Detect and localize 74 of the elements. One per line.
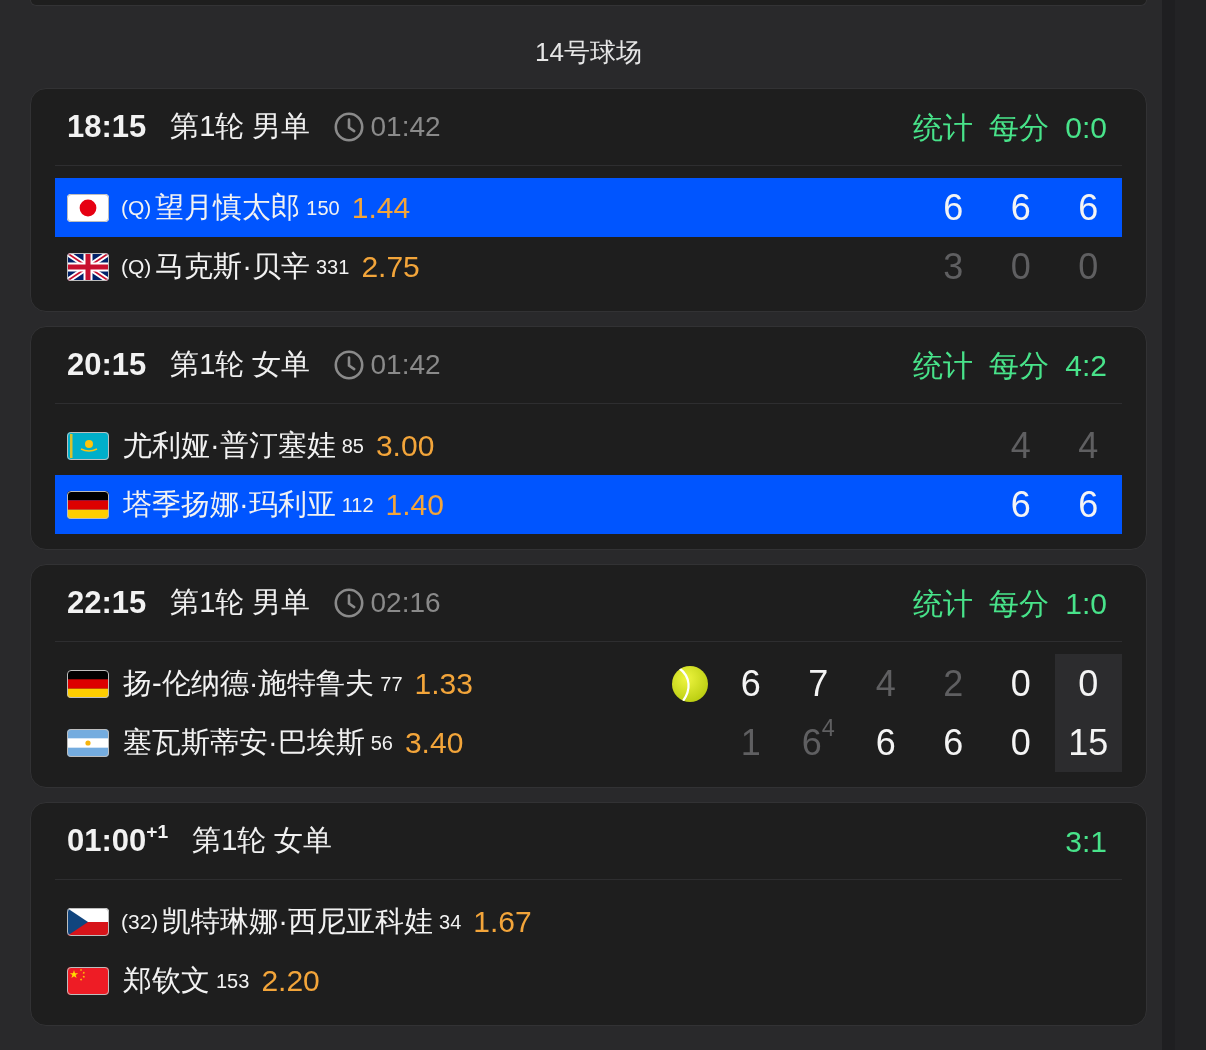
round-label: 第1轮 女单	[192, 823, 333, 859]
set-score: 6	[942, 720, 965, 765]
odds-value: 1.40	[385, 487, 444, 523]
clock-icon	[334, 350, 365, 380]
ranking-number: 34	[439, 909, 462, 935]
clock-icon	[334, 588, 365, 618]
player-name: 望月慎太郎	[155, 189, 301, 225]
set-score: 3	[942, 244, 965, 289]
match-link[interactable]: 统计	[913, 580, 974, 626]
match-link[interactable]: 每分	[989, 580, 1050, 626]
player-name: 塞瓦斯蒂安·巴埃斯	[123, 724, 365, 760]
player-name: 扬-伦纳德·施特鲁夫	[123, 665, 375, 701]
ranking-number: 56	[370, 730, 393, 756]
match-time: 22:15	[67, 585, 147, 621]
round-label: 第1轮 女单	[170, 347, 311, 383]
set-score: 6	[942, 185, 965, 230]
player-name: 尤利娅·普汀塞娃	[123, 427, 336, 463]
set-score: 0	[1009, 244, 1032, 289]
match-time: 18:15	[67, 109, 147, 145]
match-link[interactable]: 统计	[913, 342, 974, 388]
court-title: 14号球场	[535, 35, 642, 69]
ratio-label: 3:1	[1065, 823, 1107, 860]
odds-value: 3.00	[375, 428, 435, 464]
match-link[interactable]: 每分	[989, 342, 1050, 388]
clock-icon	[334, 112, 365, 142]
seed-label: (Q)	[121, 253, 152, 280]
point-score: 0	[1054, 654, 1122, 713]
match-link[interactable]: 统计	[913, 104, 974, 150]
ranking-number: 85	[341, 433, 364, 459]
player-name: 凯特琳娜·西尼亚科娃	[162, 903, 434, 939]
set-score: 0	[1009, 720, 1032, 765]
set-score: 6	[739, 661, 762, 706]
match-time: 20:15	[67, 347, 147, 383]
seed-label: (32)	[121, 908, 159, 935]
set-score: 2	[942, 661, 965, 706]
odds-value: 3.40	[404, 725, 464, 761]
set-score: 0	[1009, 661, 1032, 706]
ranking-number: 112	[341, 492, 374, 518]
match-time: 01:00$^{+1}$	[67, 823, 169, 859]
odds-value: 1.33	[414, 666, 473, 702]
set-score: 1	[739, 720, 762, 765]
set-score: 6	[1009, 482, 1032, 527]
set-score: 6	[874, 720, 897, 765]
duration-label: 01:42	[370, 110, 441, 144]
player-name: 塔季扬娜·玛利亚	[123, 486, 336, 522]
ranking-number: 77	[380, 671, 403, 697]
round-label: 第1轮 男单	[170, 585, 311, 621]
set-score: 6	[1077, 185, 1100, 230]
set-score: 4	[1009, 423, 1032, 468]
set-score: 6	[1077, 482, 1100, 527]
set-score: 6	[1009, 185, 1032, 230]
odds-value: 2.20	[261, 963, 320, 999]
set-score: 6$^{4}$	[800, 714, 836, 765]
set-score: 7	[807, 661, 830, 706]
point-score: 15	[1054, 713, 1122, 772]
seed-label: (Q)	[121, 194, 152, 221]
ratio-label: 1:0	[1065, 585, 1107, 622]
match-link[interactable]: 每分	[989, 104, 1050, 150]
odds-value: 1.67	[473, 904, 532, 940]
ranking-number: 150	[306, 195, 340, 221]
round-label: 第1轮 男单	[170, 109, 311, 145]
ratio-label: 4:2	[1065, 347, 1107, 384]
ranking-number: 331	[316, 254, 350, 280]
ranking-number: 153	[216, 968, 250, 994]
set-score: 0	[1077, 244, 1100, 289]
odds-value: 1.44	[351, 190, 411, 226]
player-name: 马克斯·贝辛	[155, 248, 310, 284]
odds-value: 2.75	[361, 249, 420, 285]
duration-label: 01:42	[370, 348, 441, 382]
duration-label: 02:16	[370, 586, 441, 620]
player-name: 郑钦文	[123, 962, 210, 998]
set-score: 4	[1077, 423, 1100, 468]
set-score: 4	[874, 661, 897, 706]
ratio-label: 0:0	[1065, 109, 1107, 146]
